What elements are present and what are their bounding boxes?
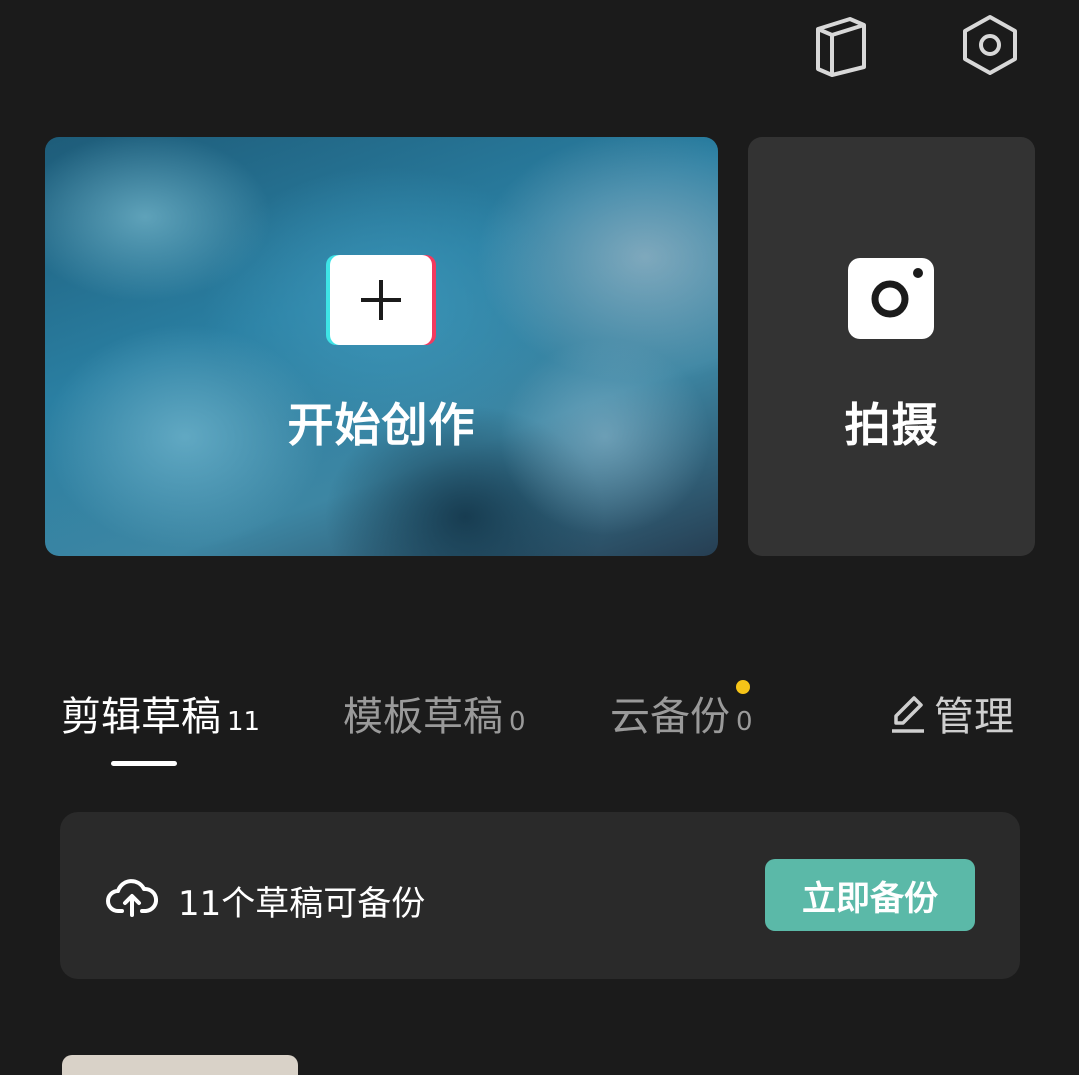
- backup-now-button[interactable]: 立即备份: [765, 859, 975, 931]
- tab-label: 模板草稿: [343, 694, 503, 740]
- tab-count: 11: [227, 707, 261, 737]
- manage-button[interactable]: 管理: [888, 684, 1014, 742]
- start-creating-label: 开始创作: [287, 398, 476, 452]
- backup-banner: 11个草稿可备份 立即备份: [60, 812, 1020, 979]
- backup-message: 11个草稿可备份: [178, 884, 426, 924]
- notification-dot: [736, 680, 750, 694]
- tab-label: 云备份: [610, 694, 730, 740]
- shoot-card[interactable]: 拍摄: [748, 137, 1035, 556]
- edit-pen-icon: [892, 696, 924, 733]
- draft-thumbnail[interactable]: [62, 1055, 298, 1075]
- cloud-upload-icon: [106, 877, 159, 921]
- active-tab-indicator: [111, 761, 177, 766]
- book-icon[interactable]: [810, 12, 870, 78]
- tab-count: 0: [736, 707, 753, 737]
- settings-icon[interactable]: [960, 12, 1020, 78]
- tab-cloud-backup[interactable]: 云备份 0: [610, 684, 753, 742]
- tab-label: 剪辑草稿: [61, 694, 221, 740]
- tab-count: 0: [509, 707, 526, 737]
- camera-icon: [848, 258, 934, 339]
- tab-edit-drafts[interactable]: 剪辑草稿 11: [61, 684, 260, 742]
- plus-icon: [330, 255, 432, 345]
- tab-template-drafts[interactable]: 模板草稿 0: [343, 684, 526, 742]
- shoot-label: 拍摄: [844, 398, 939, 452]
- start-creating-card[interactable]: 开始创作: [45, 137, 718, 556]
- manage-label: 管理: [934, 694, 1014, 740]
